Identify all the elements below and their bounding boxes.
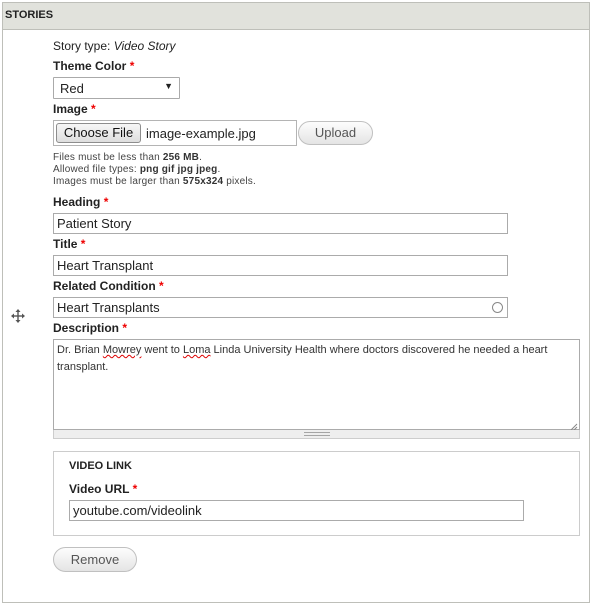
autocomplete-throbber-icon (492, 302, 503, 313)
related-condition-label: Related Condition * (53, 279, 164, 293)
required-marker: * (91, 102, 96, 116)
image-help-size: Files must be less than 256 MB. (53, 152, 202, 164)
help-text: pixels. (223, 176, 256, 187)
theme-color-label-text: Theme Color (53, 59, 127, 73)
image-help-types: Allowed file types: png gif jpg jpeg. (53, 164, 220, 176)
help-text: Files must be less than (53, 152, 163, 163)
selected-file-name: image-example.jpg (146, 126, 256, 141)
story-type-row: Story type: Video Story (53, 39, 176, 53)
heading-input[interactable]: Patient Story (53, 213, 508, 234)
video-url-label-text: Video URL (69, 482, 130, 496)
required-marker: * (80, 237, 86, 251)
grip-lines-icon (304, 432, 330, 436)
image-help-dims: Images must be larger than 575x324 pixel… (53, 176, 256, 188)
image-file-input[interactable]: Choose File image-example.jpg (53, 120, 297, 146)
required-marker: * (159, 279, 164, 293)
help-value: 256 MB (162, 152, 200, 163)
help-text: Images must be larger than (53, 176, 183, 187)
title-label: Title * (53, 237, 85, 251)
title-input[interactable]: Heart Transplant (53, 255, 508, 276)
description-label-text: Description (53, 321, 120, 335)
panel-title: STORIES (5, 9, 54, 21)
help-text: Allowed file types: (53, 164, 140, 175)
description-text: Dr. Brian (57, 344, 103, 356)
theme-color-select[interactable]: Red ▼ (53, 77, 180, 99)
remove-button[interactable]: Remove (53, 547, 137, 572)
video-link-legend: VIDEO LINK (69, 460, 132, 472)
required-marker: * (129, 59, 135, 73)
description-text: Linda University Health where doctors di… (210, 344, 548, 356)
theme-color-label: Theme Color * (53, 59, 134, 73)
theme-color-selected: Red (60, 81, 84, 96)
related-condition-input[interactable]: Heart Transplants (53, 297, 508, 318)
description-text: Loma (182, 344, 211, 356)
related-condition-value: Heart Transplants (57, 300, 160, 315)
story-type-value: Video Story (113, 39, 176, 53)
image-label-text: Image (53, 102, 88, 116)
heading-label: Heading * (53, 195, 108, 209)
image-label: Image * (53, 102, 96, 116)
drag-handle-icon[interactable] (11, 309, 25, 323)
required-marker: * (103, 195, 109, 209)
video-url-input[interactable]: youtube.com/videolink (69, 500, 524, 521)
related-condition-label-text: Related Condition (53, 279, 156, 293)
heading-label-text: Heading (53, 195, 101, 209)
textarea-resize-grippie[interactable] (53, 430, 580, 439)
title-label-text: Title (53, 237, 78, 251)
help-text: . (199, 152, 203, 163)
description-text: transplant. (57, 361, 109, 373)
upload-button[interactable]: Upload (298, 121, 373, 145)
choose-file-button[interactable]: Choose File (56, 123, 141, 143)
required-marker: * (132, 482, 138, 496)
resize-corner-icon[interactable] (570, 420, 578, 431)
description-text: went to (141, 344, 183, 356)
panel-header: STORIES (3, 3, 589, 30)
story-type-label: Story type: (53, 39, 111, 53)
video-url-label: Video URL * (69, 482, 137, 496)
help-text: . (217, 164, 221, 175)
help-value: 575x324 (182, 176, 224, 187)
description-textarea[interactable]: Dr. Brian Mowrey went to Loma Linda Univ… (53, 339, 580, 431)
description-label: Description * (53, 321, 127, 335)
description-text: Mowrey (102, 344, 142, 356)
help-value: png gif jpg jpeg (139, 164, 218, 175)
dropdown-arrow-icon: ▼ (164, 81, 173, 91)
required-marker: * (122, 321, 128, 335)
